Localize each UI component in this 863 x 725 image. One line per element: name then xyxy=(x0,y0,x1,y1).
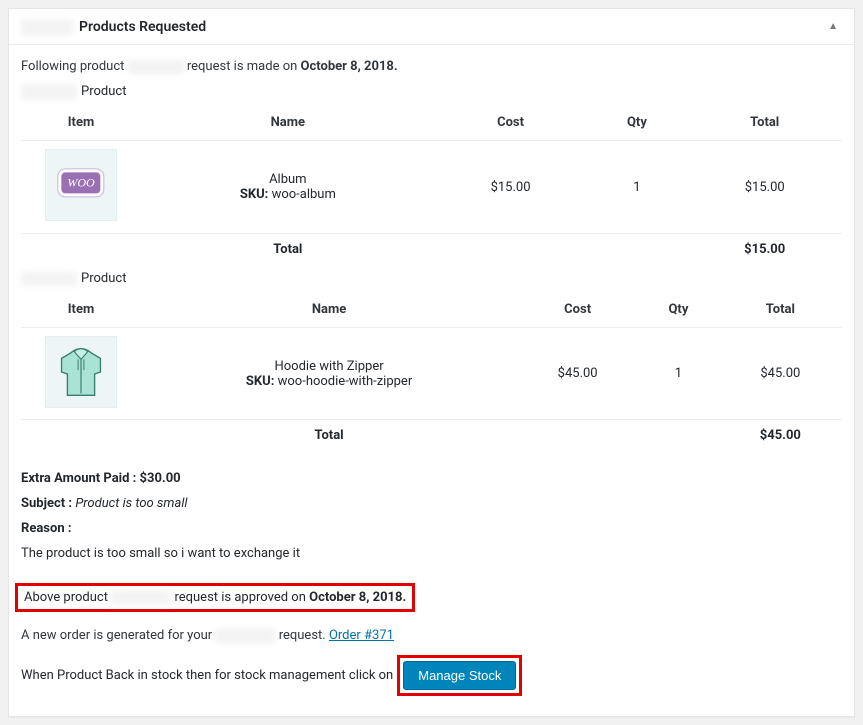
cell-thumb xyxy=(21,328,141,420)
sku-label: SKU: xyxy=(246,374,275,389)
product-table-1: Item Name Cost Qty Total Album SKU: xyxy=(21,105,842,265)
cell-name: Hoodie with Zipper SKU: woo-hoodie-with-… xyxy=(141,328,517,420)
redacted-text: xxxx xyxy=(21,19,73,35)
sku-value: woo-album xyxy=(272,187,336,202)
product-label: Product xyxy=(81,271,126,286)
cell-thumb xyxy=(21,141,141,234)
subject-label: Subject : xyxy=(21,496,72,511)
product-thumbnail xyxy=(45,149,117,221)
metabox-header: xxxx Products Requested ▲ xyxy=(9,9,854,45)
table-total-row: Total $45.00 xyxy=(21,420,842,452)
metabox-content: Following product xxxx request is made o… xyxy=(9,45,854,716)
redacted-text: xxxx xyxy=(21,85,77,99)
subject-value: Product is too small xyxy=(75,496,187,511)
cell-cost: $45.00 xyxy=(517,328,638,420)
product-label: Product xyxy=(81,84,126,99)
order-link[interactable]: Order #371 xyxy=(329,628,394,643)
product-name: Album xyxy=(269,172,307,187)
reason-label: Reason : xyxy=(21,521,842,536)
product-thumbnail xyxy=(45,336,117,408)
col-item: Item xyxy=(21,105,141,141)
col-qty: Qty xyxy=(586,105,687,141)
cell-total: $45.00 xyxy=(719,328,842,420)
col-name: Name xyxy=(141,105,435,141)
col-qty: Qty xyxy=(638,292,719,328)
intro-line: Following product xxxx request is made o… xyxy=(21,59,842,74)
table-total-row: Total $15.00 xyxy=(21,234,842,266)
total-value: $45.00 xyxy=(719,420,842,452)
cell-qty: 1 xyxy=(638,328,719,420)
button-highlight: Manage Stock xyxy=(397,655,522,696)
products-requested-metabox: xxxx Products Requested ▲ Following prod… xyxy=(8,8,855,717)
intro-date: October 8, 2018. xyxy=(301,59,398,74)
product-section-2: xxxx Product xyxy=(21,271,842,286)
approved-mid: request is approved on xyxy=(174,590,309,605)
approved-prefix: Above product xyxy=(24,590,108,605)
sku-label: SKU: xyxy=(240,187,269,202)
intro-mid: request is made on xyxy=(187,59,301,74)
total-label: Total xyxy=(141,420,517,452)
extra-amount-line: Extra Amount Paid : $30.00 xyxy=(21,471,842,486)
redacted-text: xxxx xyxy=(111,591,171,605)
col-total: Total xyxy=(719,292,842,328)
product-table-2: Item Name Cost Qty Total xyxy=(21,292,842,451)
stock-line: When Product Back in stock then for stoc… xyxy=(21,655,842,696)
cell-qty: 1 xyxy=(586,141,687,234)
product-section-1: xxxx Product xyxy=(21,84,842,99)
redacted-text: xxxx xyxy=(128,60,184,74)
cell-cost: $15.00 xyxy=(435,141,587,234)
approved-highlight: Above product xxxx request is approved o… xyxy=(15,583,415,612)
metabox-title: Products Requested xyxy=(79,19,206,35)
cell-name: Album SKU: woo-album xyxy=(141,141,435,234)
sku-value: woo-hoodie-with-zipper xyxy=(278,374,413,389)
table-row: Album SKU: woo-album $15.00 1 $15.00 xyxy=(21,141,842,234)
redacted-text: xxxx xyxy=(215,629,275,643)
reason-body: The product is too small so i want to ex… xyxy=(21,546,842,561)
product-name: Hoodie with Zipper xyxy=(274,359,383,374)
extra-value: $30.00 xyxy=(140,471,181,486)
col-cost: Cost xyxy=(517,292,638,328)
total-value: $15.00 xyxy=(687,234,842,266)
new-order-suffix: request. xyxy=(279,628,329,643)
col-name: Name xyxy=(141,292,517,328)
manage-stock-button[interactable]: Manage Stock xyxy=(403,661,516,690)
new-order-prefix: A new order is generated for your xyxy=(21,628,212,643)
cell-total: $15.00 xyxy=(687,141,842,234)
col-cost: Cost xyxy=(435,105,587,141)
subject-line: Subject : Product is too small xyxy=(21,496,842,511)
total-label: Total xyxy=(141,234,435,266)
approved-date: October 8, 2018. xyxy=(309,590,406,605)
intro-prefix: Following product xyxy=(21,59,124,74)
extra-label: Extra Amount Paid : xyxy=(21,471,136,486)
table-row: Hoodie with Zipper SKU: woo-hoodie-with-… xyxy=(21,328,842,420)
redacted-text: xxxx xyxy=(21,272,77,286)
col-total: Total xyxy=(687,105,842,141)
col-item: Item xyxy=(21,292,141,328)
collapse-toggle-icon[interactable]: ▲ xyxy=(824,17,842,36)
stock-prefix: When Product Back in stock then for stoc… xyxy=(21,668,393,683)
new-order-line: A new order is generated for your xxxx r… xyxy=(21,628,842,643)
